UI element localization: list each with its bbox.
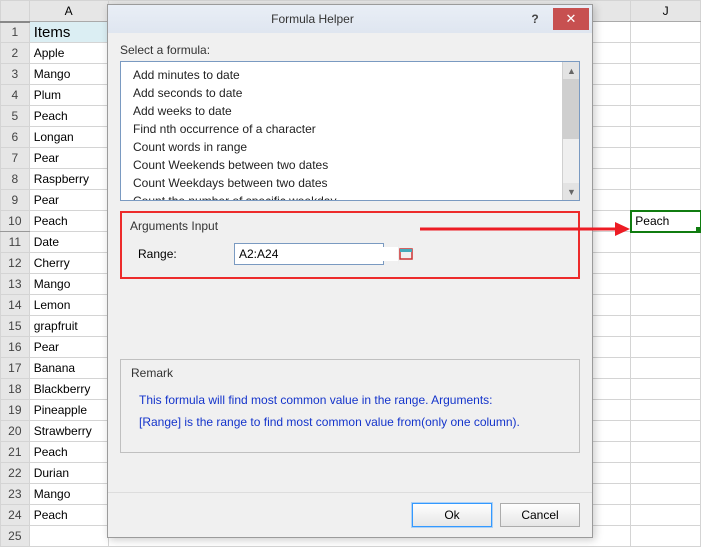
help-button[interactable]: ?: [517, 8, 553, 30]
row-header[interactable]: 24: [1, 505, 30, 526]
row-header[interactable]: 15: [1, 316, 30, 337]
scrollbar[interactable]: ▲ ▼: [562, 62, 579, 200]
row-header[interactable]: 8: [1, 169, 30, 190]
cell[interactable]: grapfruit: [29, 316, 108, 337]
cell[interactable]: Peach: [29, 106, 108, 127]
row-header[interactable]: 17: [1, 358, 30, 379]
items-header-cell[interactable]: Items: [29, 22, 108, 43]
formula-item[interactable]: Find nth occurrence of a character: [121, 120, 579, 138]
cell[interactable]: Blackberry: [29, 379, 108, 400]
cell[interactable]: Pear: [29, 190, 108, 211]
select-formula-label: Select a formula:: [120, 43, 580, 57]
formula-item[interactable]: Count Weekends between two dates: [121, 156, 579, 174]
cell[interactable]: Peach: [29, 505, 108, 526]
row-header[interactable]: 4: [1, 85, 30, 106]
cell[interactable]: Lemon: [29, 295, 108, 316]
cell[interactable]: Date: [29, 232, 108, 253]
row-header[interactable]: 20: [1, 421, 30, 442]
row-header[interactable]: 21: [1, 442, 30, 463]
remark-title: Remark: [131, 366, 569, 380]
cell[interactable]: Pineapple: [29, 400, 108, 421]
row-header[interactable]: 13: [1, 274, 30, 295]
cell[interactable]: Apple: [29, 43, 108, 64]
row-header[interactable]: 5: [1, 106, 30, 127]
arguments-input-section: Arguments Input Range:: [120, 211, 580, 279]
formula-helper-dialog: Formula Helper ? ✕ Select a formula: Add…: [107, 4, 593, 538]
cell[interactable]: Mango: [29, 64, 108, 85]
row-header[interactable]: 7: [1, 148, 30, 169]
cell[interactable]: Plum: [29, 85, 108, 106]
row-header[interactable]: 14: [1, 295, 30, 316]
cell[interactable]: Pear: [29, 148, 108, 169]
row-header[interactable]: 1: [1, 22, 30, 43]
arguments-title: Arguments Input: [130, 219, 570, 233]
row-header[interactable]: 9: [1, 190, 30, 211]
scroll-thumb[interactable]: [562, 79, 579, 139]
cell[interactable]: Longan: [29, 127, 108, 148]
dialog-title: Formula Helper: [108, 12, 517, 26]
formula-item[interactable]: Add seconds to date: [121, 84, 579, 102]
cell[interactable]: Cherry: [29, 253, 108, 274]
row-header[interactable]: 16: [1, 337, 30, 358]
cell[interactable]: [631, 22, 701, 43]
cell[interactable]: Peach: [29, 442, 108, 463]
row-header[interactable]: 10: [1, 211, 30, 232]
formula-item[interactable]: Add minutes to date: [121, 66, 579, 84]
cell[interactable]: Mango: [29, 484, 108, 505]
result-cell[interactable]: Peach: [631, 211, 701, 232]
cell[interactable]: Mango: [29, 274, 108, 295]
formula-item[interactable]: Add weeks to date: [121, 102, 579, 120]
cell[interactable]: Pear: [29, 337, 108, 358]
cell[interactable]: [29, 526, 108, 547]
dialog-buttons: Ok Cancel: [108, 492, 592, 537]
titlebar[interactable]: Formula Helper ? ✕: [108, 5, 592, 33]
row-header[interactable]: 2: [1, 43, 30, 64]
row-header[interactable]: 11: [1, 232, 30, 253]
formula-listbox[interactable]: Add minutes to date Add seconds to date …: [120, 61, 580, 201]
range-input[interactable]: [235, 247, 398, 261]
cell[interactable]: Strawberry: [29, 421, 108, 442]
range-label: Range:: [138, 247, 224, 261]
cell[interactable]: Peach: [29, 211, 108, 232]
remark-text: This formula will find most common value…: [139, 390, 561, 410]
row-header[interactable]: 23: [1, 484, 30, 505]
ok-button[interactable]: Ok: [412, 503, 492, 527]
col-header-a[interactable]: A: [29, 1, 108, 22]
row-header[interactable]: 22: [1, 463, 30, 484]
range-input-wrapper: [234, 243, 384, 265]
formula-item[interactable]: Count Weekdays between two dates: [121, 174, 579, 192]
row-header[interactable]: 6: [1, 127, 30, 148]
scroll-down-icon[interactable]: ▼: [563, 183, 580, 200]
select-all-corner[interactable]: [1, 1, 30, 22]
row-header[interactable]: 3: [1, 64, 30, 85]
cell[interactable]: Banana: [29, 358, 108, 379]
col-header-j[interactable]: J: [631, 1, 701, 22]
scroll-up-icon[interactable]: ▲: [563, 62, 580, 79]
row-header[interactable]: 12: [1, 253, 30, 274]
range-picker-icon: [399, 248, 413, 260]
cancel-button[interactable]: Cancel: [500, 503, 580, 527]
row-header[interactable]: 18: [1, 379, 30, 400]
close-button[interactable]: ✕: [553, 8, 589, 30]
remark-text: [Range] is the range to find most common…: [139, 412, 561, 432]
row-header[interactable]: 25: [1, 526, 30, 547]
cell[interactable]: Raspberry: [29, 169, 108, 190]
cell[interactable]: Durian: [29, 463, 108, 484]
range-picker-button[interactable]: [398, 244, 413, 264]
formula-item[interactable]: Count the number of specific weekday: [121, 192, 579, 201]
formula-item[interactable]: Count words in range: [121, 138, 579, 156]
remark-section: Remark This formula will find most commo…: [120, 359, 580, 453]
row-header[interactable]: 19: [1, 400, 30, 421]
